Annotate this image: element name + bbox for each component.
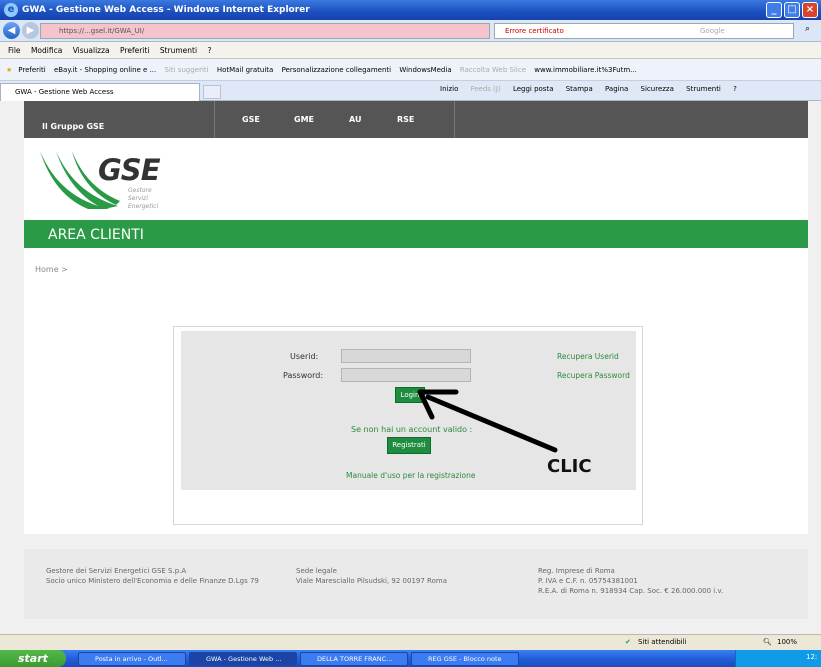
new-tab-button[interactable] xyxy=(203,85,221,99)
menu-preferiti[interactable]: Preferiti xyxy=(120,46,149,55)
clock[interactable]: 12: xyxy=(806,653,817,661)
taskbar-item-outlook[interactable]: Posta in arrivo - Outl... xyxy=(78,652,186,666)
ie-status-bar: ✔ Siti attendibili 🔍︎ 100% xyxy=(0,634,821,650)
search-input[interactable]: Google xyxy=(700,24,725,38)
footer-piva: P. IVA e C.F. n. 05754381001 xyxy=(538,577,638,585)
footer-sede-label: Sede legale xyxy=(296,567,337,575)
back-button[interactable]: ◀ xyxy=(3,22,20,39)
ie-icon: e xyxy=(4,3,18,17)
logo-sub-3: Energetici xyxy=(128,203,159,210)
fav-immobiliare[interactable]: www.immobiliare.it%3Futm... xyxy=(534,66,637,74)
footer-socio: Socio unico Ministero dell'Economia e de… xyxy=(46,577,259,585)
tab-gwa[interactable]: GWA - Gestione Web Access xyxy=(0,83,200,101)
cert-area: Errore certificato Google xyxy=(494,23,794,39)
start-button[interactable]: start xyxy=(0,650,66,667)
cmd-page[interactable]: Pagina xyxy=(605,85,628,93)
menu-modifica[interactable]: Modifica xyxy=(31,46,62,55)
nav-rse[interactable]: RSE xyxy=(397,115,414,124)
cmd-tools[interactable]: Strumenti xyxy=(686,85,721,93)
address-bar: ◀ ▶ https://...gsel.it/GWA_UI/ Errore ce… xyxy=(0,20,821,42)
system-tray: 12: xyxy=(735,650,821,667)
security-zone[interactable]: Siti attendibili xyxy=(638,638,687,646)
menu-visualizza[interactable]: Visualizza xyxy=(73,46,110,55)
favorites-bar: ★ Preferiti eBay.it - Shopping online e .… xyxy=(0,59,821,81)
cmd-print[interactable]: Stampa xyxy=(566,85,593,93)
recover-userid-link[interactable]: Recupera Userid xyxy=(557,352,619,361)
favorites-label[interactable]: Preferiti xyxy=(18,66,45,74)
cmd-mail[interactable]: Leggi posta xyxy=(513,85,554,93)
check-icon: ✔ xyxy=(625,638,631,646)
login-panel: Userid: Password: Recupera Userid Recupe… xyxy=(173,326,643,525)
url-input[interactable]: https://...gsel.it/GWA_UI/ xyxy=(40,23,490,39)
zoom-level[interactable]: 100% xyxy=(777,638,797,646)
cert-error-label[interactable]: Errore certificato xyxy=(505,24,564,38)
footer-sede-address: Viale Maresciallo Pilsudski, 92 00197 Ro… xyxy=(296,577,447,585)
password-label: Password: xyxy=(283,371,324,380)
recover-password-link[interactable]: Recupera Password xyxy=(557,371,630,380)
fav-personalizzazione[interactable]: Personalizzazione collegamenti xyxy=(282,66,392,74)
gse-top-nav: Il Gruppo GSE GSE GME AU RSE xyxy=(24,101,808,138)
taskbar-item-notepad[interactable]: REG GSE - Blocco note xyxy=(411,652,519,666)
logo-text: GSE xyxy=(98,153,160,187)
footer-rea: R.E.A. di Roma n. 918934 Cap. Soc. € 26.… xyxy=(538,587,724,595)
cmd-home[interactable]: Inizio xyxy=(440,85,458,93)
cmd-feeds[interactable]: Feeds (J) xyxy=(471,85,501,93)
nav-au[interactable]: AU xyxy=(349,115,361,124)
minimize-button[interactable]: _ xyxy=(766,2,782,18)
menu-strumenti[interactable]: Strumenti xyxy=(160,46,197,55)
fav-windowsmedia[interactable]: WindowsMedia xyxy=(399,66,451,74)
gse-logo[interactable]: GSE Gestore Servizi Energetici xyxy=(40,151,180,211)
maximize-button[interactable]: □ xyxy=(784,2,800,18)
logo-sub-1: Gestore xyxy=(128,187,152,194)
userid-input[interactable] xyxy=(341,349,471,363)
fav-ebay[interactable]: eBay.it - Shopping online e ... xyxy=(54,66,156,74)
nav-gse[interactable]: GSE xyxy=(242,115,260,124)
window-title: GWA - Gestione Web Access - Windows Inte… xyxy=(22,5,310,15)
manual-link[interactable]: Manuale d'uso per la registrazione xyxy=(346,471,476,480)
password-input[interactable] xyxy=(341,368,471,382)
menu-bar: File Modifica Visualizza Preferiti Strum… xyxy=(0,42,821,59)
close-button[interactable]: × xyxy=(802,2,818,18)
tab-bar: GWA - Gestione Web Access Inizio Feeds (… xyxy=(0,81,821,101)
zoom-icon[interactable]: 🔍︎ xyxy=(763,638,772,646)
clic-annotation: CLIC xyxy=(547,456,592,477)
footer-reg-imprese: Reg. Imprese di Roma xyxy=(538,567,615,575)
cmd-security[interactable]: Sicurezza xyxy=(641,85,674,93)
cmd-help[interactable]: ? xyxy=(733,85,737,93)
area-clienti-title: AREA CLIENTI xyxy=(24,220,808,248)
footer-company: Gestore dei Servizi Energetici GSE S.p.A xyxy=(46,567,187,575)
userid-label: Userid: xyxy=(290,352,319,361)
star-icon[interactable]: ★ xyxy=(6,66,12,74)
fav-web-slice[interactable]: Raccolta Web Slice xyxy=(460,66,526,74)
fav-siti-suggeriti[interactable]: Siti suggeriti xyxy=(165,66,209,74)
menu-file[interactable]: File xyxy=(8,46,21,55)
page-content: Il Gruppo GSE GSE GME AU RSE GSE Gestore… xyxy=(0,101,821,634)
gruppo-gse-label[interactable]: Il Gruppo GSE xyxy=(42,122,104,131)
search-icon[interactable]: ⌕ xyxy=(805,24,810,34)
fav-hotmail[interactable]: HotMail gratuita xyxy=(217,66,274,74)
arrow-annotation-icon xyxy=(417,389,558,453)
logo-sub-2: Servizi xyxy=(128,195,149,202)
forward-button[interactable]: ▶ xyxy=(22,22,39,39)
menu-help[interactable]: ? xyxy=(207,46,211,55)
breadcrumb[interactable]: Home > xyxy=(35,265,68,274)
taskbar-item-gwa[interactable]: GWA - Gestione Web ... xyxy=(189,652,297,666)
page-footer: Gestore dei Servizi Energetici GSE S.p.A… xyxy=(24,549,808,619)
window-titlebar: e GWA - Gestione Web Access - Windows In… xyxy=(0,0,821,20)
taskbar: start Posta in arrivo - Outl... GWA - Ge… xyxy=(0,650,821,667)
command-bar: Inizio Feeds (J) Leggi posta Stampa Pagi… xyxy=(440,85,747,93)
nav-gme[interactable]: GME xyxy=(294,115,314,124)
taskbar-item-della-torre[interactable]: DELLA TORRE FRANC... xyxy=(300,652,408,666)
